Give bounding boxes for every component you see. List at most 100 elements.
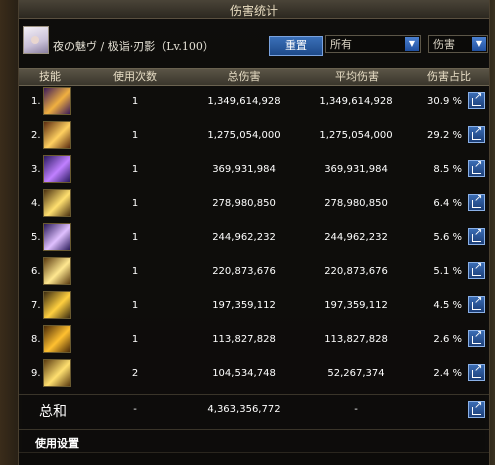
row-average-damage: 369,931,984 (324, 164, 388, 175)
row-uses: 1 (131, 198, 139, 209)
share-icon[interactable] (468, 295, 485, 313)
character-name: 夜の魅ヴ / 极诣·刃影（Lv.100） (53, 40, 214, 53)
stat-type-value: 伤害 (433, 38, 455, 51)
row-rank: 6. (31, 266, 41, 277)
row-average-damage: 52,267,374 (327, 368, 385, 379)
table-row: 9. 2 104,534,748 52,267,374 2.4 % (19, 358, 489, 391)
summary-uses: - (133, 404, 137, 415)
chevron-down-icon[interactable]: ▼ (405, 37, 419, 51)
stats-header: 夜の魅ヴ / 极诣·刃影（Lv.100） 重置 所有 ▼ 伤害 ▼ (19, 20, 489, 66)
skill-icon-6[interactable] (43, 257, 71, 285)
row-damage-percent: 6.4 % (433, 198, 462, 209)
share-icon[interactable] (468, 261, 485, 279)
skill-icon-9[interactable] (43, 359, 71, 387)
row-total-damage: 369,931,984 (212, 164, 276, 175)
table-row: 7. 1 197,359,112 197,359,112 4.5 % (19, 290, 489, 323)
row-damage-percent: 2.4 % (433, 368, 462, 379)
column-header-total[interactable]: 总伤害 (209, 69, 279, 85)
table-row: 2. 1 1,275,054,000 1,275,054,000 29.2 % (19, 120, 489, 153)
skill-icon-4[interactable] (43, 189, 71, 217)
table-row: 1. 1 1,349,614,928 1,349,614,928 30.9 % (19, 86, 489, 119)
row-damage-percent: 2.6 % (433, 334, 462, 345)
share-icon[interactable] (468, 193, 485, 211)
summary-label: 总和 (39, 404, 67, 420)
row-rank: 3. (31, 164, 41, 175)
row-uses: 1 (131, 300, 139, 311)
row-rank: 7. (31, 300, 41, 311)
table-header: 技能 使用次数 总伤害 平均伤害 伤害占比 (19, 68, 489, 86)
window-titlebar[interactable]: 伤害统计 (19, 0, 489, 19)
damage-stats-window: 伤害统计 夜の魅ヴ / 极诣·刃影（Lv.100） 重置 所有 ▼ 伤害 ▼ 技… (18, 0, 490, 465)
row-rank: 8. (31, 334, 41, 345)
character-avatar (23, 26, 49, 54)
row-uses: 1 (131, 334, 139, 345)
table-row: 5. 1 244,962,232 244,962,232 5.6 % (19, 222, 489, 255)
row-average-damage: 1,275,054,000 (319, 130, 393, 141)
row-average-damage: 244,962,232 (324, 232, 388, 243)
column-header-average[interactable]: 平均伤害 (319, 69, 395, 85)
row-rank: 2. (31, 130, 41, 141)
row-total-damage: 113,827,828 (212, 334, 276, 345)
row-average-damage: 197,359,112 (324, 300, 388, 311)
row-total-damage: 104,534,748 (212, 368, 276, 379)
share-icon[interactable] (468, 329, 485, 347)
row-rank: 1. (31, 96, 41, 107)
row-damage-percent: 5.6 % (433, 232, 462, 243)
table-row: 4. 1 278,980,850 278,980,850 6.4 % (19, 188, 489, 221)
column-header-percent[interactable]: 伤害占比 (417, 69, 481, 85)
table-row: 8. 1 113,827,828 113,827,828 2.6 % (19, 324, 489, 357)
reset-button[interactable]: 重置 (269, 36, 323, 56)
row-rank: 5. (31, 232, 41, 243)
table-row: 3. 1 369,931,984 369,931,984 8.5 % (19, 154, 489, 187)
row-total-damage: 1,349,614,928 (207, 96, 281, 107)
summary-average: - (354, 404, 358, 415)
column-header-skill[interactable]: 技能 (25, 69, 75, 85)
stat-type-select[interactable]: 伤害 ▼ (428, 35, 488, 53)
skill-icon-2[interactable] (43, 121, 71, 149)
row-total-damage: 244,962,232 (212, 232, 276, 243)
row-total-damage: 1,275,054,000 (207, 130, 281, 141)
column-header-uses[interactable]: 使用次数 (103, 69, 167, 85)
share-icon[interactable] (468, 400, 485, 418)
share-icon[interactable] (468, 159, 485, 177)
usage-settings-tab[interactable]: 使用设置 (35, 435, 79, 451)
row-uses: 1 (131, 164, 139, 175)
target-filter-select[interactable]: 所有 ▼ (325, 35, 421, 53)
summary-row: 总和 - 4,363,356,772 - (19, 395, 489, 425)
share-icon[interactable] (468, 363, 485, 381)
summary-total: 4,363,356,772 (207, 404, 281, 415)
row-damage-percent: 8.5 % (433, 164, 462, 175)
row-rank: 4. (31, 198, 41, 209)
row-average-damage: 1,349,614,928 (319, 96, 393, 107)
skill-icon-8[interactable] (43, 325, 71, 353)
bottom-strip (19, 452, 489, 465)
row-average-damage: 220,873,676 (324, 266, 388, 277)
row-damage-percent: 4.5 % (433, 300, 462, 311)
share-icon[interactable] (468, 125, 485, 143)
row-total-damage: 220,873,676 (212, 266, 276, 277)
row-total-damage: 278,980,850 (212, 198, 276, 209)
table-row: 6. 1 220,873,676 220,873,676 5.1 % (19, 256, 489, 289)
row-uses: 1 (131, 266, 139, 277)
row-damage-percent: 30.9 % (427, 96, 462, 107)
row-rank: 9. (31, 368, 41, 379)
row-damage-percent: 29.2 % (427, 130, 462, 141)
row-total-damage: 197,359,112 (212, 300, 276, 311)
settings-bar: 使用设置 (19, 429, 489, 452)
row-uses: 1 (131, 96, 139, 107)
target-filter-value: 所有 (330, 38, 352, 51)
row-uses: 1 (131, 130, 139, 141)
chevron-down-icon[interactable]: ▼ (472, 37, 486, 51)
share-icon[interactable] (468, 91, 485, 109)
skill-icon-1[interactable] (43, 87, 71, 115)
skill-icon-7[interactable] (43, 291, 71, 319)
skill-icon-5[interactable] (43, 223, 71, 251)
screen: 伤害统计 夜の魅ヴ / 极诣·刃影（Lv.100） 重置 所有 ▼ 伤害 ▼ 技… (0, 0, 495, 465)
window-title: 伤害统计 (229, 4, 278, 18)
share-icon[interactable] (468, 227, 485, 245)
row-uses: 1 (131, 232, 139, 243)
skill-icon-3[interactable] (43, 155, 71, 183)
row-damage-percent: 5.1 % (433, 266, 462, 277)
row-average-damage: 113,827,828 (324, 334, 388, 345)
row-average-damage: 278,980,850 (324, 198, 388, 209)
